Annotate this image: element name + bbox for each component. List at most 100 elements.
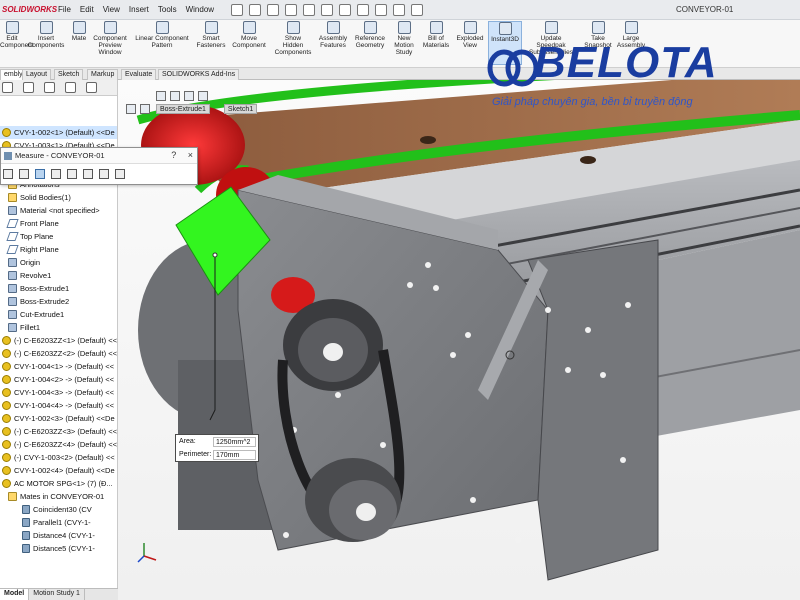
edit-component-button[interactable]: Edit Component bbox=[0, 21, 34, 49]
mate-icon bbox=[22, 518, 30, 527]
breadcrumb-body-icon[interactable] bbox=[140, 103, 150, 114]
assembly-features-button[interactable]: Assembly Features bbox=[316, 21, 350, 49]
tab-markup[interactable]: Markup bbox=[87, 69, 119, 80]
tree-item[interactable]: CVY-1-004<3> -> (Default) << bbox=[0, 386, 117, 399]
menu-insert[interactable]: Insert bbox=[129, 5, 149, 14]
print-icon[interactable] bbox=[303, 3, 316, 16]
linear-component-pattern-button[interactable]: Linear Component Pattern bbox=[131, 21, 193, 49]
move-component-button[interactable]: Move Component bbox=[229, 21, 269, 49]
breadcrumb-feature[interactable]: Boss-Extrude1 bbox=[156, 103, 210, 114]
show-xyz-measurements-icon[interactable] bbox=[35, 168, 45, 179]
tree-item[interactable]: (-) C-E6203ZZ<3> (Default) << bbox=[0, 425, 117, 438]
tree-item[interactable]: Origin bbox=[0, 256, 117, 269]
tab-motion-study-1[interactable]: Motion Study 1 bbox=[29, 589, 85, 600]
tab-sketch[interactable]: Sketch bbox=[54, 69, 84, 80]
tree-item[interactable]: Mates in CONVEYOR-01 bbox=[0, 490, 117, 503]
tree-item[interactable]: Right Plane bbox=[0, 243, 117, 256]
smart-fasteners-button[interactable]: Smart Fasteners bbox=[195, 21, 227, 49]
tree-item[interactable]: CVY-1-002<4> (Default) <<De bbox=[0, 464, 117, 477]
rebuild-icon[interactable] bbox=[357, 3, 370, 16]
help-button[interactable]: ? bbox=[171, 150, 176, 160]
tab-solidworks-addins[interactable]: SOLIDWORKS Add-Ins bbox=[158, 69, 240, 80]
projected-on-icon[interactable] bbox=[67, 168, 77, 179]
tree-item[interactable]: Coincident30 (CV bbox=[0, 503, 117, 516]
part-icon bbox=[2, 427, 11, 436]
tab-layout[interactable]: Layout bbox=[22, 69, 52, 80]
tree-item[interactable]: Cut-Extrude1 bbox=[0, 308, 117, 321]
area-label: Area: bbox=[179, 438, 196, 445]
tree-item[interactable]: (-) CVY-1-003<2> (Default) << bbox=[0, 451, 117, 464]
mate-icon bbox=[22, 544, 30, 553]
point-to-point-icon[interactable] bbox=[51, 168, 61, 179]
undo-icon[interactable] bbox=[321, 3, 334, 16]
measure-callout: Area: 1250mm^2 Perimeter: 170mm bbox=[175, 434, 259, 462]
part-icon bbox=[2, 453, 11, 462]
bracket-plate bbox=[527, 239, 659, 581]
tree-item[interactable]: CVY-1-002<3> (Default) <<De bbox=[0, 412, 117, 425]
tree-item[interactable]: Material <not specified> bbox=[0, 204, 117, 217]
component-preview-window-button[interactable]: Component Preview Window bbox=[91, 21, 129, 56]
exploded-view-button[interactable]: Exploded View bbox=[454, 21, 486, 49]
tree-item[interactable]: CVY-1-004<4> -> (Default) << bbox=[0, 399, 117, 412]
breadcrumb-sketch[interactable]: Sketch1 bbox=[223, 103, 258, 114]
tree-item[interactable]: CVY-1-004<2> -> (Default) << bbox=[0, 373, 117, 386]
tree-item-label: Mates in CONVEYOR-01 bbox=[20, 492, 105, 501]
breadcrumb-filter-icon[interactable] bbox=[126, 103, 136, 114]
tree-item[interactable]: Boss-Extrude1 bbox=[0, 282, 117, 295]
tree-item[interactable]: Boss-Extrude2 bbox=[0, 295, 117, 308]
save-icon[interactable] bbox=[285, 3, 298, 16]
tree-item[interactable]: CVY-1-002<1> (Default) <<De bbox=[0, 126, 117, 139]
graphics-area[interactable] bbox=[118, 80, 800, 600]
menu-window[interactable]: Window bbox=[186, 5, 214, 14]
collapse-dialog-icon[interactable] bbox=[115, 168, 125, 179]
arc-circle-measure-icon[interactable] bbox=[3, 168, 13, 179]
tree-item[interactable]: (-) C-E6203ZZ<1> (Default) << bbox=[0, 334, 117, 347]
tree-item[interactable]: Distance4 (CVY-1- bbox=[0, 529, 117, 542]
tree-item[interactable]: CVY-1-004<1> -> (Default) << bbox=[0, 360, 117, 373]
breadcrumb-component-icon[interactable] bbox=[184, 90, 194, 101]
tree-item[interactable]: Top Plane bbox=[0, 230, 117, 243]
units-precision-icon[interactable] bbox=[19, 168, 29, 179]
move-component-icon bbox=[242, 21, 256, 34]
tree-item[interactable]: Fillet1 bbox=[0, 321, 117, 334]
menu-view[interactable]: View bbox=[103, 5, 120, 14]
file-properties-icon[interactable] bbox=[375, 3, 388, 16]
home-icon[interactable] bbox=[231, 3, 244, 16]
tree-item[interactable]: Solid Bodies(1) bbox=[0, 191, 117, 204]
close-button[interactable]: × bbox=[188, 150, 193, 160]
breadcrumb-face-icon[interactable] bbox=[198, 90, 208, 101]
tab-evaluate[interactable]: Evaluate bbox=[121, 69, 157, 80]
pin-icon[interactable] bbox=[411, 3, 424, 16]
measure-history-icon[interactable] bbox=[83, 168, 93, 179]
new-document-icon[interactable] bbox=[249, 3, 262, 16]
insert-components-button[interactable]: Insert Components bbox=[25, 21, 67, 49]
select-arrow-icon[interactable] bbox=[339, 3, 352, 16]
breadcrumb-assembly-icon[interactable] bbox=[170, 90, 180, 101]
menu-edit[interactable]: Edit bbox=[80, 5, 94, 14]
tree-item[interactable]: (-) C-E6203ZZ<4> (Default) << bbox=[0, 438, 117, 451]
tree-item[interactable]: Front Plane bbox=[0, 217, 117, 230]
bill-of-materials-button[interactable]: Bill of Materials bbox=[420, 21, 452, 49]
reference-geometry-button[interactable]: Reference Geometry bbox=[352, 21, 388, 49]
tree-item[interactable]: Revolve1 bbox=[0, 269, 117, 282]
tree-item[interactable]: Distance5 (CVY-1- bbox=[0, 542, 117, 555]
tab-model[interactable]: Model bbox=[0, 589, 30, 600]
open-folder-icon[interactable] bbox=[267, 3, 280, 16]
linear-pattern-icon bbox=[155, 21, 169, 34]
tree-item[interactable]: Parallel1 (CVY-1- bbox=[0, 516, 117, 529]
tree-item[interactable]: (-) C-E6203ZZ<2> (Default) << bbox=[0, 347, 117, 360]
conveyor-3d-model[interactable] bbox=[118, 80, 800, 600]
feature-icon bbox=[8, 297, 17, 306]
selection-breadcrumb: Boss-Extrude1 Sketch1 bbox=[126, 89, 268, 119]
show-hidden-components-button[interactable]: Show Hidden Components bbox=[273, 21, 313, 56]
breadcrumb-part-icon[interactable] bbox=[156, 90, 166, 101]
menu-file[interactable]: File bbox=[58, 5, 71, 14]
folder-icon bbox=[8, 193, 17, 202]
mate-button[interactable]: Mate bbox=[68, 21, 90, 42]
new-motion-study-button[interactable]: New Motion Study bbox=[390, 21, 418, 56]
tree-item[interactable]: AC MOTOR SPG<1> (7) (Đ... bbox=[0, 477, 117, 490]
options-gear-icon[interactable] bbox=[393, 3, 406, 16]
menu-tools[interactable]: Tools bbox=[158, 5, 177, 14]
tree-item-label: (-) C-E6203ZZ<2> (Default) << bbox=[14, 349, 117, 358]
create-sensor-icon[interactable] bbox=[99, 168, 109, 179]
